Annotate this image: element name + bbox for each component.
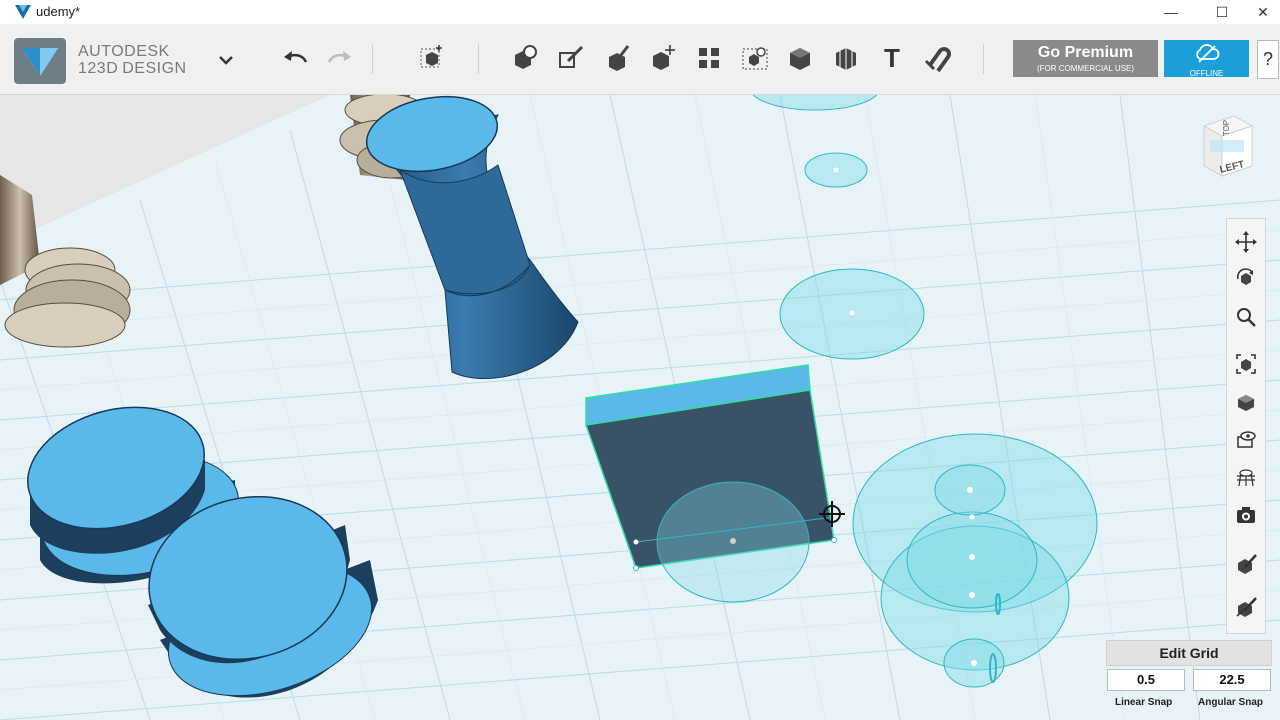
view-cube[interactable]: TOP LEFT — [1198, 112, 1254, 182]
window-title: udemy* — [36, 4, 81, 19]
measure-icon[interactable] — [828, 41, 864, 75]
help-button[interactable]: ? — [1257, 40, 1279, 79]
scene-canvas — [0, 95, 1280, 720]
toolbar-divider — [983, 44, 984, 74]
redo-icon[interactable] — [322, 41, 358, 75]
group-icon[interactable] — [737, 41, 773, 75]
fit-icon[interactable] — [1232, 350, 1260, 378]
material-icon[interactable] — [1232, 388, 1260, 416]
pan-icon[interactable] — [1232, 228, 1260, 256]
offline-button[interactable]: OFFLINE — [1164, 40, 1249, 78]
go-premium-sublabel: (FOR COMMERCIAL USE) — [1036, 64, 1135, 73]
app-logo-icon — [15, 5, 31, 19]
undo-icon[interactable] — [277, 41, 313, 75]
maximize-button[interactable]: ☐ — [1199, 0, 1245, 24]
close-button[interactable]: ✕ — [1240, 0, 1280, 24]
snap-icon[interactable] — [919, 41, 955, 75]
linear-snap-label: Linear Snap — [1115, 697, 1173, 708]
sketch-icon[interactable] — [553, 41, 589, 75]
grid-view-icon[interactable] — [1232, 463, 1260, 491]
construct-icon[interactable] — [599, 41, 635, 75]
toolbar-divider — [372, 44, 373, 74]
minimize-button[interactable]: — — [1148, 0, 1194, 24]
chevron-down-icon[interactable] — [214, 48, 238, 72]
navigation-bar — [1226, 218, 1266, 634]
go-premium-button[interactable]: Go Premium (FOR COMMERCIAL USE) — [1013, 40, 1158, 77]
go-premium-label: Go Premium — [1037, 44, 1134, 61]
brand-product: 123D DESIGN — [78, 60, 187, 77]
autodesk-logo-icon — [14, 38, 66, 84]
main-toolbar: AUTODESK 123D DESIGN T Go Premium (FOR C… — [0, 24, 1280, 95]
visibility-icon[interactable] — [1232, 425, 1260, 453]
hide-icon[interactable] — [1232, 593, 1260, 621]
linear-snap-field[interactable]: 0.5 — [1107, 669, 1185, 691]
combine-icon[interactable] — [782, 41, 818, 75]
appearance-icon[interactable] — [1232, 550, 1260, 578]
primitives-icon[interactable] — [507, 41, 543, 75]
modify-icon[interactable] — [645, 41, 681, 75]
cloud-offline-icon — [1195, 44, 1219, 63]
pattern-icon[interactable] — [691, 41, 727, 75]
grid-settings-panel: Edit Grid 0.5 22.5 Linear Snap Angular S… — [1105, 640, 1272, 716]
transform-icon[interactable] — [414, 41, 450, 75]
edit-grid-button[interactable]: Edit Grid — [1106, 640, 1272, 666]
zoom-icon[interactable] — [1232, 303, 1260, 331]
offline-label: OFFLINE — [1189, 69, 1224, 78]
toolbar-divider — [478, 44, 479, 74]
orbit-icon[interactable] — [1232, 264, 1260, 292]
camera-icon[interactable] — [1232, 501, 1260, 529]
design-viewport[interactable] — [0, 95, 1280, 720]
viewcube-top-label: TOP — [1222, 120, 1231, 136]
brand-name: AUTODESK — [78, 43, 170, 60]
angular-snap-label: Angular Snap — [1198, 697, 1264, 708]
window-titlebar: udemy* — ☐ ✕ — [0, 0, 1280, 25]
angular-snap-field[interactable]: 22.5 — [1193, 669, 1271, 691]
text-icon[interactable]: T — [874, 41, 910, 75]
